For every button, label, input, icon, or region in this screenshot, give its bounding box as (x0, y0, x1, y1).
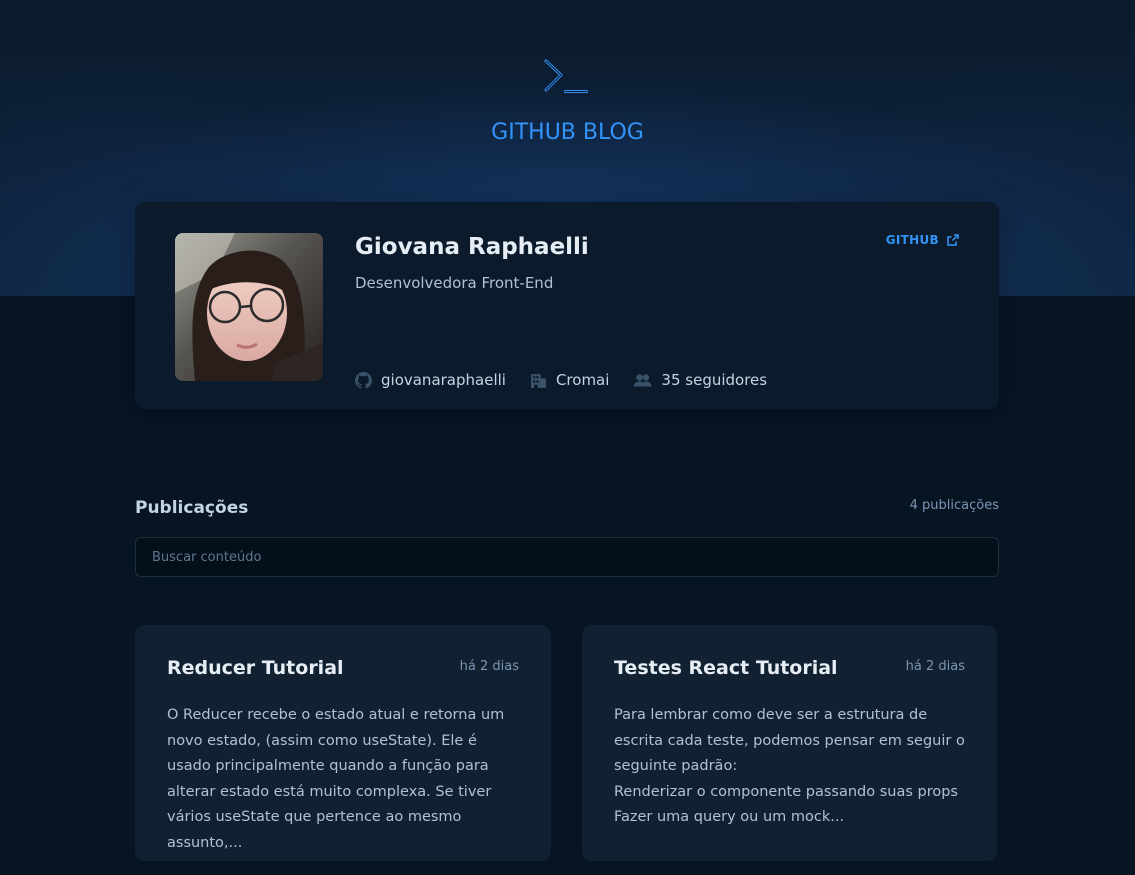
github-link-label: GITHUB (885, 233, 939, 247)
post-card[interactable]: Testes React Tutorial há 2 dias Para lem… (582, 625, 997, 861)
stat-github-user: giovanaraphaelli (355, 371, 506, 389)
post-title: Testes React Tutorial (614, 657, 838, 679)
github-icon (355, 371, 372, 389)
github-link[interactable]: GITHUB (886, 233, 959, 247)
stat-company: Cromai (530, 371, 609, 389)
stat-github-user-label: giovanaraphaelli (381, 371, 506, 389)
publications-title: Publicações (135, 498, 249, 518)
search-input[interactable] (135, 537, 999, 577)
terminal-prompt-icon (544, 59, 588, 93)
profile-card: Giovana Raphaelli Desenvolvedora Front-E… (135, 202, 999, 409)
stat-company-label: Cromai (555, 371, 610, 389)
user-group-icon (633, 373, 652, 386)
profile-name: Giovana Raphaelli (355, 234, 589, 260)
external-link-icon (947, 234, 959, 246)
post-card[interactable]: Reducer Tutorial há 2 dias O Reducer rec… (135, 625, 551, 861)
profile-stats: giovanaraphaelli Cromai 35 seguidores (355, 371, 767, 389)
publications-count: 4 publicações (909, 498, 999, 513)
post-date: há 2 dias (905, 659, 965, 674)
post-title: Reducer Tutorial (167, 657, 344, 679)
stat-followers-label: 35 seguidores (661, 371, 768, 389)
site-title: GITHUB BLOG (491, 120, 644, 145)
avatar (175, 233, 323, 381)
post-date: há 2 dias (459, 659, 519, 674)
profile-role: Desenvolvedora Front-End (355, 274, 554, 292)
post-excerpt: O Reducer recebe o estado atual e retorn… (167, 707, 505, 851)
building-icon (531, 373, 546, 388)
post-excerpt: Para lembrar como deve ser a estrutura d… (614, 707, 965, 825)
stat-followers: 35 seguidores (633, 371, 767, 389)
